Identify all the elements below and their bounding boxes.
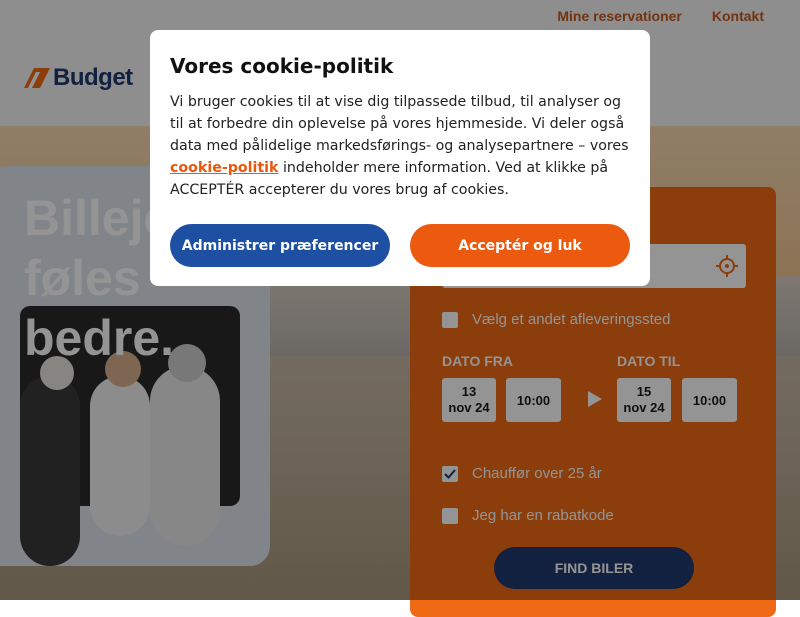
cookie-modal: Vores cookie-politik Vi bruger cookies t… xyxy=(150,30,650,286)
cookie-policy-link[interactable]: cookie-politik xyxy=(170,160,278,176)
cookie-modal-title: Vores cookie-politik xyxy=(170,54,394,78)
manage-preferences-button[interactable]: Administrer præferencer xyxy=(170,224,390,267)
cookie-text-part1: Vi bruger cookies til at vise dig tilpas… xyxy=(170,94,629,154)
accept-and-close-button[interactable]: Acceptér og luk xyxy=(410,224,630,267)
cookie-modal-text: Vi bruger cookies til at vise dig tilpas… xyxy=(170,91,630,201)
cookie-modal-actions: Administrer præferencer Acceptér og luk xyxy=(170,224,630,267)
